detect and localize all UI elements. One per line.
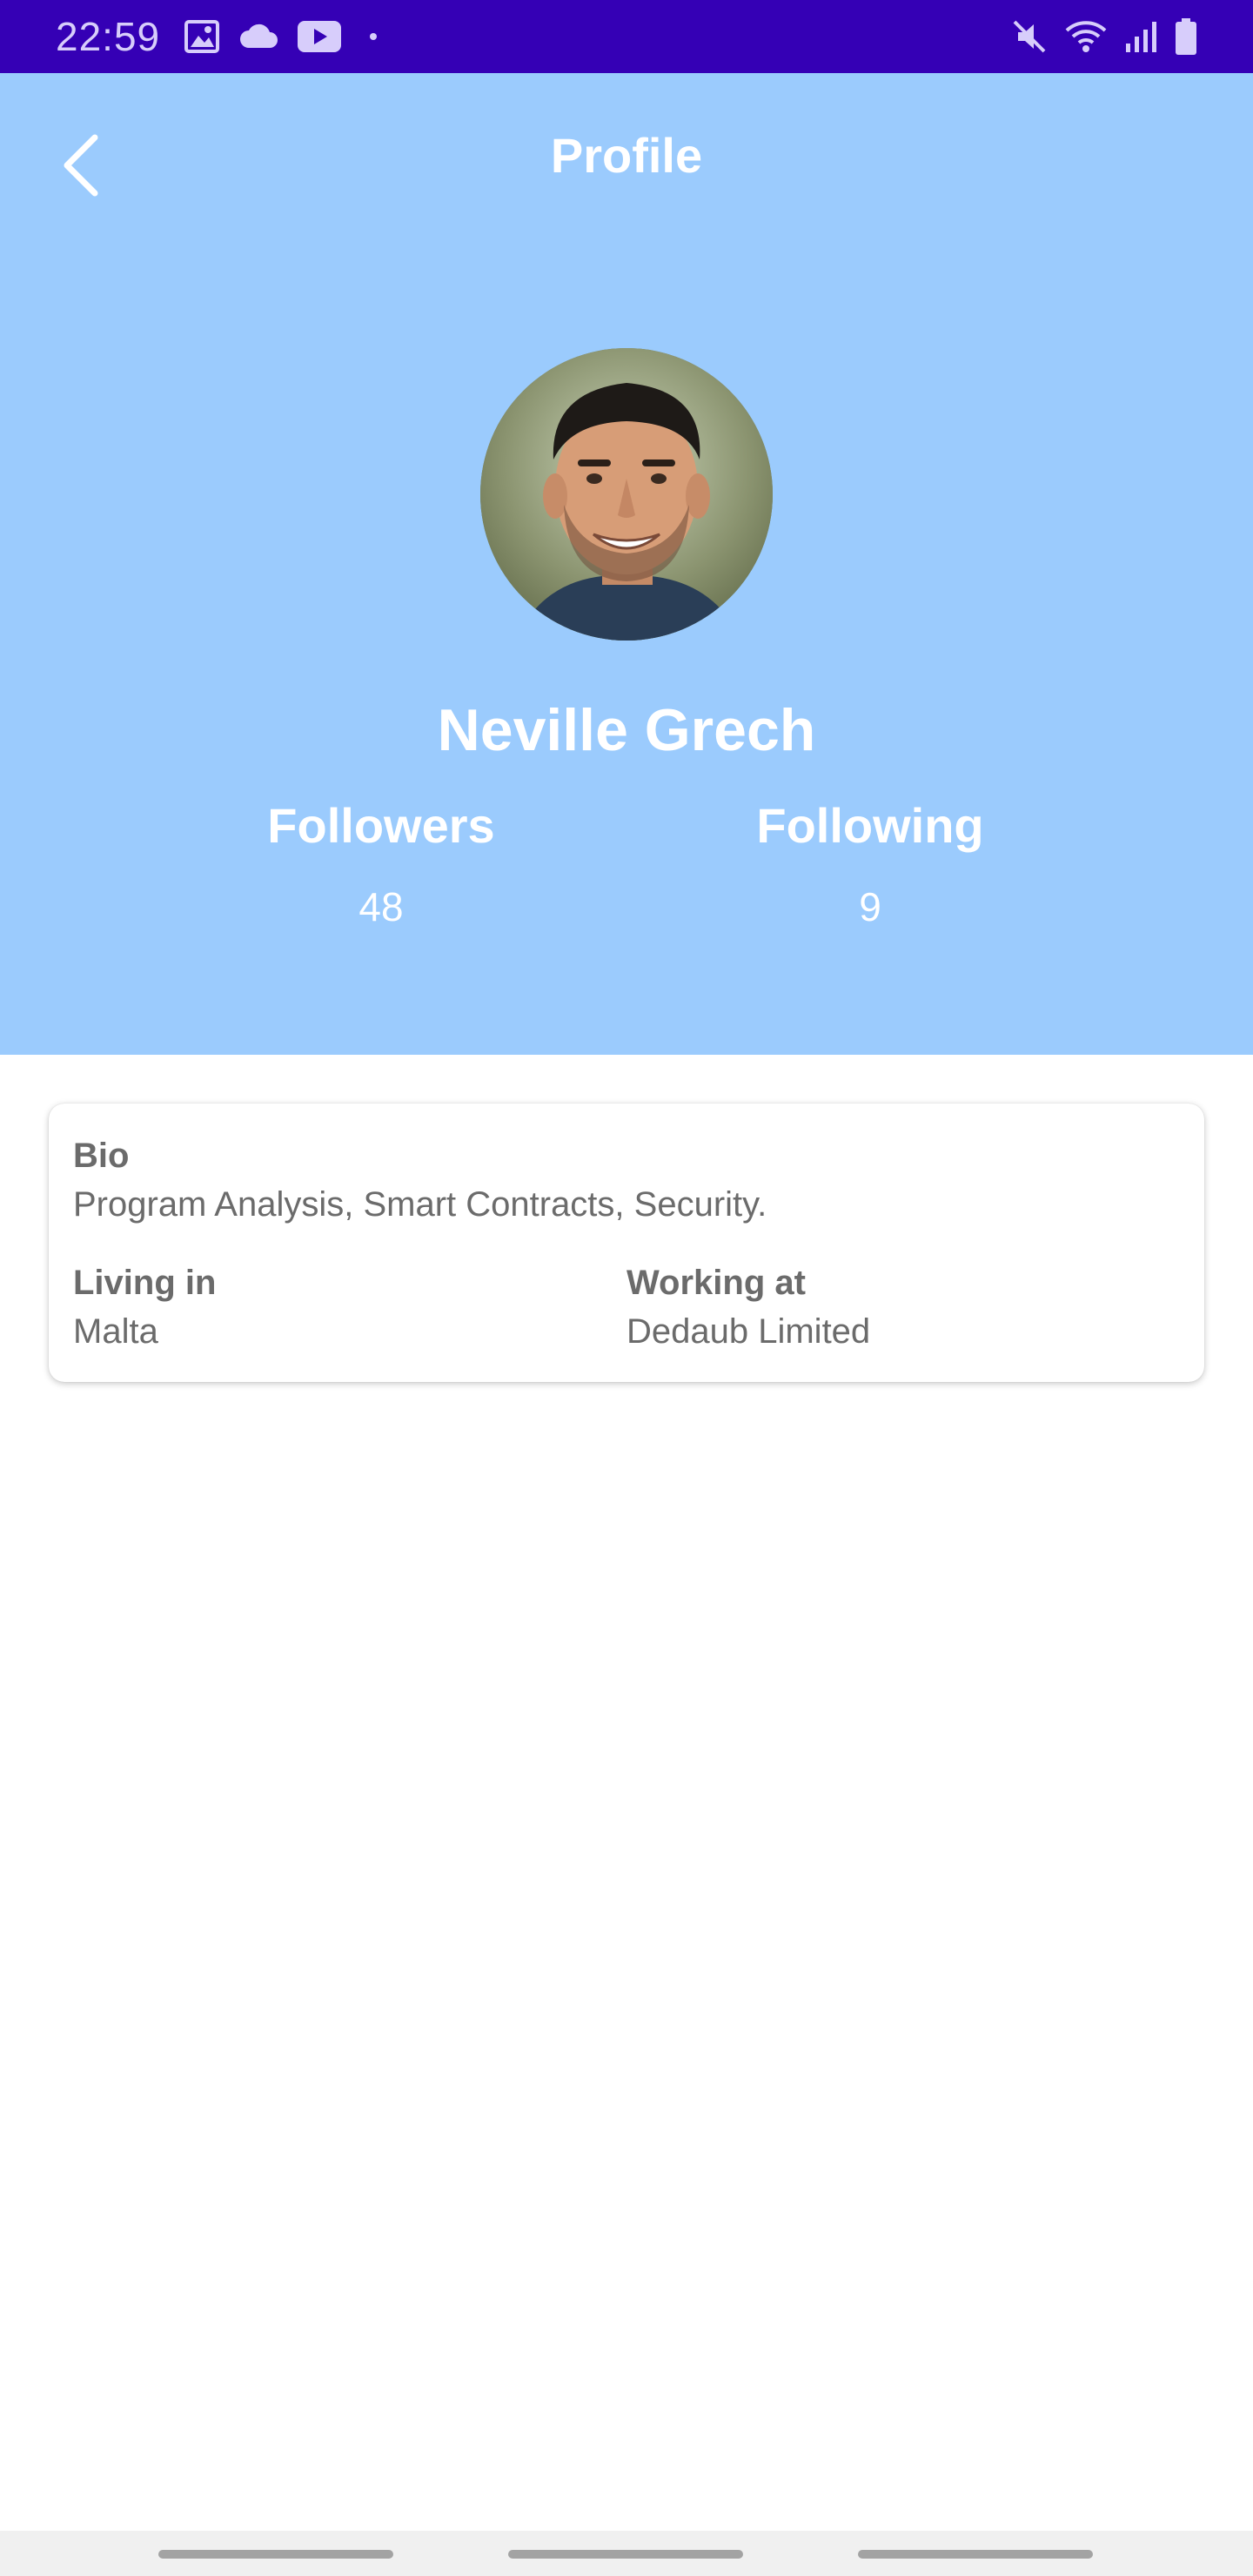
avatar (480, 348, 773, 641)
nav-recents-button[interactable] (158, 2550, 393, 2559)
avatar-photo (480, 348, 773, 641)
following-stat[interactable]: Following 9 (687, 795, 1053, 931)
nav-back-button[interactable] (858, 2550, 1093, 2559)
following-count: 9 (859, 884, 881, 929)
living-in-value: Malta (73, 1312, 158, 1351)
living-in-label: Living in (73, 1264, 217, 1302)
profile-name: Neville Grech (437, 697, 816, 763)
followers-label: Followers (267, 798, 495, 853)
info-card: Bio Program Analysis, Smart Contracts, S… (49, 1104, 1204, 1382)
profile-header: Profile Neville Grech Followers 48 Follo… (0, 73, 1253, 1055)
battery-icon (1175, 18, 1197, 55)
followers-stat[interactable]: Followers 48 (198, 795, 564, 931)
signal-icon (1124, 19, 1159, 54)
wifi-icon (1063, 18, 1109, 55)
working-at-label: Working at (626, 1264, 806, 1302)
working-at-value: Dedaub Limited (626, 1312, 871, 1351)
page-title: Profile (550, 128, 703, 183)
nav-home-button[interactable] (508, 2550, 743, 2559)
youtube-icon (298, 21, 342, 52)
followers-count: 48 (358, 884, 404, 929)
status-bar: 22:59 (0, 0, 1253, 73)
bio-text: Program Analysis, Smart Contracts, Secur… (73, 1185, 767, 1224)
bio-label: Bio (73, 1137, 130, 1175)
dot-icon (360, 31, 386, 42)
mute-icon (1011, 18, 1048, 55)
status-left-icons (184, 20, 386, 53)
status-time: 22:59 (56, 14, 161, 59)
status-right-icons (1011, 18, 1197, 55)
cloud-icon (238, 23, 278, 50)
following-label: Following (756, 798, 984, 853)
image-icon (184, 20, 220, 53)
system-nav-bar (0, 2531, 1253, 2576)
